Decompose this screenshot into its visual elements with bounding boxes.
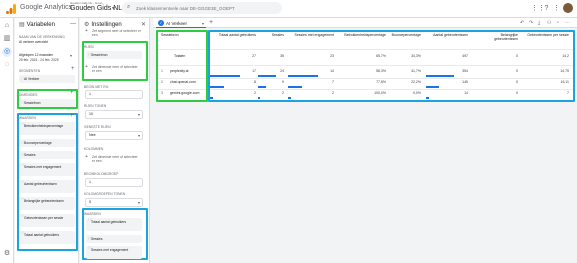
date-range-value[interactable]: 25 feb. 2024 - 24 feb. 2025 [19, 58, 59, 62]
segment-drop-zone[interactable]: + Zet segment neer of selecteer er een [85, 29, 141, 38]
chevron-down-icon: ▾ [137, 200, 140, 205]
metric-chip[interactable]: Sessies met engagement [19, 163, 75, 176]
add-tab-button[interactable]: + [209, 19, 213, 27]
value-chip[interactable]: Sessies met engagement [86, 246, 142, 259]
exploration-name-label: NAAM VAN DE VERKENNING [19, 35, 65, 39]
row-dimension-chip[interactable]: Sessiebron [86, 51, 142, 59]
check-icon: ✓ [158, 20, 164, 26]
redo-icon[interactable]: ↷ [529, 20, 533, 26]
exploration-name-value[interactable]: AI verkeer overzicht [19, 40, 48, 44]
add-metric-icon[interactable]: + [70, 113, 74, 119]
row-drop-zone[interactable]: + Zet dimensie neer of selecteer er een [85, 65, 141, 74]
settings-title: Instellingen [91, 22, 122, 28]
start-col-input[interactable]: 1 [85, 178, 143, 187]
dimension-column-highlight [156, 30, 208, 102]
undo-icon[interactable]: ↶ [520, 20, 524, 26]
insights-icon[interactable]: ◔ [556, 20, 559, 26]
chevron-down-icon[interactable]: ▾ [112, 5, 115, 12]
nested-rows-label: GENESTE RIJEN [84, 125, 111, 129]
variables-icon: ▤ [19, 22, 25, 28]
chevron-down-icon[interactable]: ▾ [202, 19, 204, 28]
home-icon[interactable]: ⌂ [2, 21, 12, 31]
app-name: Google Analytics [20, 4, 73, 11]
chevron-down-icon: ▾ [137, 112, 140, 117]
dimension-chip[interactable]: Sessiebron [19, 99, 75, 107]
search-box[interactable]: ⌕ [122, 2, 282, 14]
left-nav-rail: ⌂ ▥ ◎ ◌ ⚙ [0, 18, 14, 263]
add-dimension-icon[interactable]: + [70, 90, 74, 96]
value-chip[interactable]: Sessies [86, 235, 142, 243]
segments-label: SEGMENTEN [19, 69, 41, 73]
show-rows-label: RIJEN TONEN [84, 104, 107, 108]
show-cols-select[interactable]: 5 ▾ [85, 198, 143, 207]
metrics-label: WAARDEN [19, 116, 36, 120]
report-area: ✓ AI Verkeer ▾ + ↶ ↷ ⤓ ⚇ ◔ ⋯ Sessiebron … [153, 18, 577, 263]
reports-icon[interactable]: ▥ [2, 34, 12, 44]
add-segment-icon[interactable]: + [71, 66, 75, 72]
metric-chip[interactable]: Betrokkenheidspercentage [19, 122, 75, 135]
more-icon[interactable]: ⋯ [565, 20, 570, 26]
metric-chip[interactable]: Sessies [19, 151, 75, 159]
metric-chip[interactable]: Totaal aantal gebruikers [19, 231, 75, 244]
admin-gear-icon[interactable]: ⚙ [2, 249, 12, 259]
variables-panel: ▤ Variabelen — NAAM VAN DE VERKENNING AI … [15, 18, 79, 263]
tab-bar: ✓ AI Verkeer ▾ + ↶ ↷ ⤓ ⚇ ◔ ⋯ [153, 18, 577, 28]
rows-label: RIJEN [84, 45, 94, 49]
dimensions-label: DIMENSIES [19, 93, 38, 97]
start-col-label: BEGINKOLOMGROEP [84, 172, 119, 176]
metric-chip[interactable]: Aantal gebeurtenissen [19, 180, 75, 193]
metric-chip[interactable]: Belangrijke gebeurtenissen [19, 197, 75, 210]
top-bar: Google Analytics Gouden Gids NL - Gouc..… [0, 0, 577, 18]
more-vert-icon[interactable]: ⋮ [552, 4, 561, 13]
close-icon[interactable]: ✕ [141, 21, 146, 28]
avatar[interactable] [563, 3, 573, 13]
add-icon: + [85, 28, 88, 34]
google-analytics-logo[interactable] [5, 3, 17, 15]
chevron-down-icon: ▾ [137, 133, 140, 138]
download-icon[interactable]: ⤓ [538, 20, 540, 26]
search-icon: ⌕ [127, 4, 131, 10]
settings-panel-header: ⚙ Instellingen [84, 21, 122, 28]
variables-panel-header: ▤ Variabelen [19, 21, 55, 28]
metrics-columns-highlight [208, 30, 575, 102]
column-drop-zone[interactable]: + Zet dimensie neer of selecteer er een [85, 155, 141, 164]
tab-ai-verkeer[interactable]: ✓ AI Verkeer ▾ [156, 19, 206, 28]
columns-label: KOLOMMEN [84, 147, 104, 151]
settings-panel: ⚙ Instellingen ✕ + Zet segment neer of sel… [80, 18, 150, 263]
collapse-icon[interactable]: — [70, 21, 76, 27]
nested-rows-select[interactable]: Nee ▾ [85, 131, 143, 140]
variables-title: Variabelen [26, 22, 55, 28]
add-icon: + [85, 64, 88, 70]
help-icon[interactable]: ? [542, 4, 551, 13]
advertising-icon[interactable]: ◌ [2, 60, 12, 70]
value-chip[interactable]: Totaal aantal gebruikers [86, 218, 142, 231]
start-row-label: BEGIN MET RIJ [84, 85, 109, 89]
show-cols-label: KOLOMGROEPEN TONEN [84, 192, 126, 196]
start-row-input[interactable]: 1 [85, 90, 143, 99]
segment-chip[interactable]: AI Verkeer [19, 75, 75, 83]
search-input[interactable] [136, 4, 276, 12]
values-label: WAARDEN [84, 212, 101, 216]
apps-icon[interactable]: ⋮⋮ [531, 4, 545, 13]
share-user-icon[interactable]: ⚇ [547, 20, 551, 26]
add-icon: + [85, 154, 88, 160]
explore-icon[interactable]: ◎ [2, 47, 12, 57]
date-range-label[interactable]: Afgelopen 12 maanden [19, 53, 53, 57]
metric-chip[interactable]: Bouncepercentage [19, 139, 75, 147]
metric-chip[interactable]: Gebeurtenissen per sessie [19, 214, 75, 227]
chevron-down-icon[interactable]: ▾ [70, 53, 72, 58]
show-rows-select[interactable]: 10 ▾ [85, 110, 143, 119]
